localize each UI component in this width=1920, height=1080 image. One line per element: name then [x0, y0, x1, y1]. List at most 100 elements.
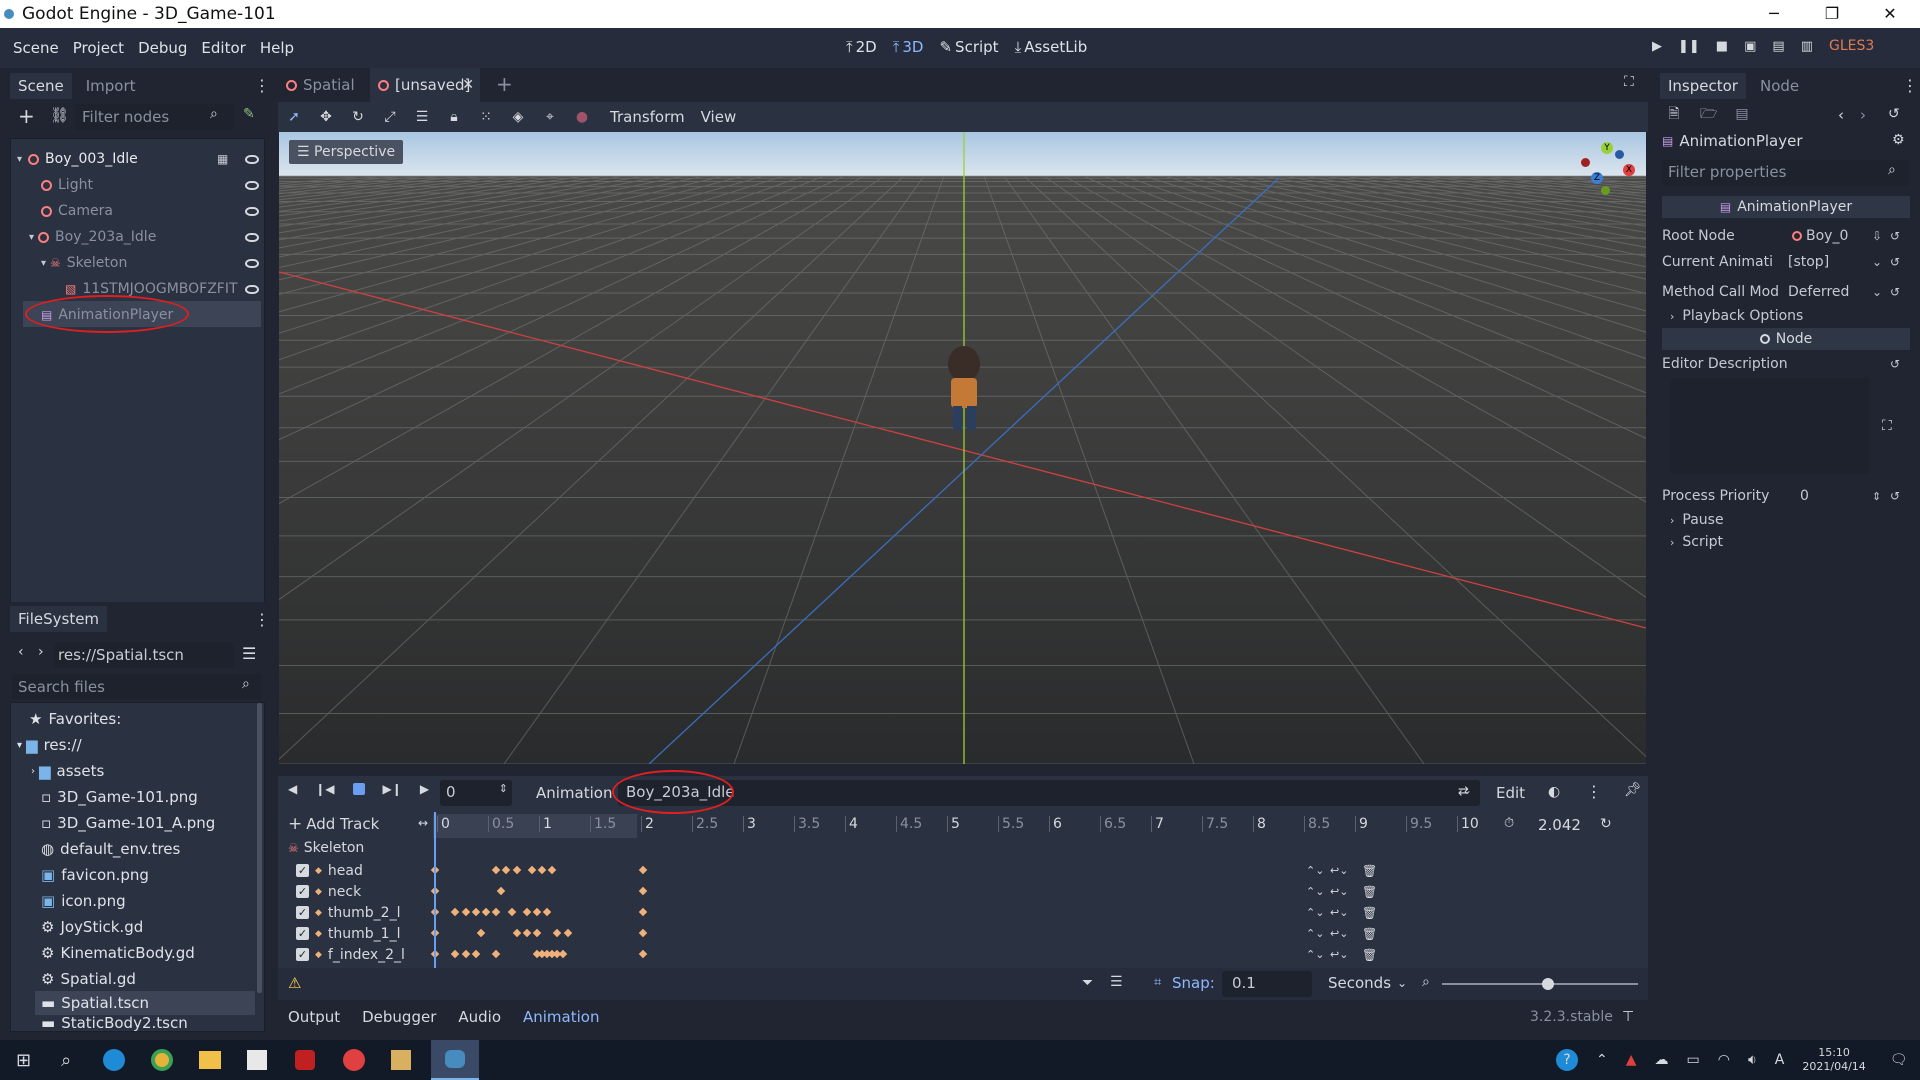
loop-icon[interactable]: ↻ [1600, 816, 1612, 832]
tray-app-icon[interactable]: ▲ [1626, 1052, 1637, 1068]
animation-select[interactable]: Boy_203a_Idle ⌄ [618, 780, 1480, 806]
close-button[interactable]: ✕ [1862, 0, 1918, 28]
stop-icon[interactable] [352, 783, 365, 795]
chevron-up-icon[interactable]: ⌃ [1596, 1052, 1608, 1068]
tab-node[interactable]: Node [1754, 77, 1805, 95]
3d-viewport[interactable]: ☰ Perspective Y X Z [279, 132, 1646, 764]
pause-icon[interactable]: ❚❚ [1678, 39, 1700, 54]
file-item[interactable]: › ▆ assets [31, 759, 104, 783]
snap-icon[interactable]: ⌖ [542, 109, 558, 125]
expand-arrow-icon[interactable]: › [31, 766, 35, 777]
track-enabled-checkbox[interactable]: ✓ [296, 948, 309, 961]
reset-icon[interactable]: ↺ [1890, 285, 1900, 299]
battery-icon[interactable]: ▭ [1687, 1052, 1700, 1068]
file-item[interactable]: ▬ Spatial.tscn [41, 991, 149, 1015]
interpolation-icon[interactable]: ⌃⌄ [1306, 864, 1324, 877]
menu-project[interactable]: Project [66, 39, 131, 57]
loop-wrap-icon[interactable]: ↩⌄ [1330, 864, 1348, 877]
play-from-start-icon[interactable]: ▶❙ [383, 782, 402, 796]
menu-scene[interactable]: Scene [6, 39, 66, 57]
link-icon[interactable]: ⛓ [50, 106, 69, 124]
mode-script-button[interactable]: ✎ Script [939, 38, 998, 56]
editor-description-textarea[interactable] [1670, 378, 1870, 474]
loop-wrap-icon[interactable]: ↩⌄ [1330, 927, 1348, 940]
camera-icon[interactable]: ● [574, 109, 590, 125]
new-resource-icon[interactable]: 🗎︎ [1666, 106, 1682, 122]
menu-view[interactable]: View [701, 108, 737, 126]
reset-icon[interactable]: ↺ [1890, 229, 1900, 243]
snap-input[interactable]: 0.1 [1222, 971, 1312, 997]
rotate-tool-icon[interactable]: ↻ [350, 109, 366, 125]
interpolation-icon[interactable]: ⌃⌄ [1306, 927, 1324, 940]
store-icon[interactable] [247, 1050, 268, 1070]
playhead[interactable] [434, 812, 436, 980]
file-item[interactable]: ★ Favorites: [29, 707, 121, 731]
tab-unsaved[interactable]: [unsaved] ✕ [370, 68, 480, 102]
interpolation-icon[interactable]: ⌃⌄ [1306, 885, 1324, 898]
input-language-indicator[interactable]: A [1775, 1052, 1785, 1068]
open-folder-icon[interactable]: 🗁︎ [1700, 106, 1717, 122]
track-enabled-checkbox[interactable]: ✓ [296, 927, 309, 940]
gizmo-y-icon[interactable]: Y [1601, 142, 1613, 154]
scale-tool-icon[interactable]: ⤢ [382, 109, 398, 125]
loop-wrap-icon[interactable]: ↩⌄ [1330, 906, 1348, 919]
animation-track[interactable]: ✓ ◆ thumb_1_l ⌃⌄ ↩⌄ 🗑︎ [296, 923, 1641, 944]
track-enabled-checkbox[interactable]: ✓ [296, 864, 309, 877]
lock-icon[interactable]: 🔒︎ [446, 109, 462, 125]
track-enabled-checkbox[interactable]: ✓ [296, 885, 309, 898]
add-tab-icon[interactable]: + [496, 72, 513, 96]
delete-track-icon[interactable]: 🗑︎ [1362, 885, 1377, 899]
gizmo-neg-z-icon[interactable] [1615, 150, 1624, 159]
loop-wrap-icon[interactable]: ↩⌄ [1330, 885, 1348, 898]
layout-icon[interactable]: ⊤ [1622, 1009, 1634, 1025]
menu-dots-icon[interactable]: ⋮ [254, 76, 270, 95]
notification-icon[interactable]: 🗨︎ [1890, 1052, 1908, 1068]
close-tab-icon[interactable]: ✕ [462, 77, 474, 93]
remote-debug-icon[interactable]: ▥ [1801, 39, 1813, 54]
mode-assetlib-button[interactable]: ⤓ AssetLib [1015, 38, 1088, 56]
tree-node-root[interactable]: ▾ Boy_003_Idle ▦ [17, 147, 259, 171]
mode-2d-button[interactable]: ⤒ 2D [846, 38, 877, 56]
tab-import[interactable]: Import [80, 77, 142, 95]
windows-start-icon[interactable]: ⊞ [16, 1050, 31, 1071]
object-properties-icon[interactable]: ⚙ [1892, 132, 1905, 148]
tree-node-camera[interactable]: Camera [41, 199, 259, 223]
track-group-skeleton[interactable]: ☠ Skeleton [288, 840, 364, 856]
forward-icon[interactable]: › [38, 644, 44, 660]
visibility-icon[interactable] [245, 180, 259, 190]
reset-icon[interactable]: ↺ [1890, 489, 1900, 503]
prop-root-node[interactable]: Root Node Boy_0 ⇩ ↺ [1662, 222, 1902, 250]
reset-icon[interactable]: ↺ [1890, 255, 1900, 269]
forward-icon[interactable]: › [1860, 106, 1866, 124]
spin-arrows-icon[interactable]: ⇕ [1872, 490, 1881, 503]
file-item[interactable]: ▣ icon.png [41, 889, 126, 913]
tree-node-skeleton[interactable]: ▾ ☠ Skeleton [41, 251, 259, 275]
menu-help[interactable]: Help [253, 39, 301, 57]
fullscreen-icon[interactable]: ⛶ [1624, 74, 1634, 90]
edit-button[interactable]: Edit [1496, 784, 1525, 802]
godot-taskbar-icon[interactable] [431, 1040, 480, 1080]
reset-icon[interactable]: ↺ [1890, 357, 1900, 371]
mode-3d-button[interactable]: ⤒ 3D [893, 38, 924, 56]
add-track-button[interactable]: + Add Track [288, 814, 379, 834]
play-custom-scene-icon[interactable]: ▤ [1772, 39, 1784, 54]
revert-icon[interactable]: ⇩ [1872, 229, 1882, 243]
back-icon[interactable]: ‹ [1838, 106, 1844, 124]
autoplay-icon[interactable]: ⇄ [1458, 784, 1469, 799]
timeline-ruler[interactable]: 0 0.5 1 1.5 2 2.5 3 3.5 4 4.5 5 5.5 6 6.5 7 7.5 8 8.5 9 9.5… [433, 812, 1481, 838]
tab-debugger[interactable]: Debugger [362, 1008, 436, 1026]
visibility-icon[interactable] [245, 284, 259, 294]
tab-scene[interactable]: Scene [10, 73, 72, 99]
menu-editor[interactable]: Editor [194, 39, 252, 57]
file-item[interactable]: ▾ ▆ res:// [17, 733, 82, 757]
expand-icon[interactable]: ⛶ [1882, 418, 1892, 434]
app-icon[interactable] [343, 1049, 366, 1071]
orientation-gizmo[interactable]: Y X Z [1579, 138, 1643, 202]
edge-icon[interactable] [103, 1049, 126, 1071]
collapse-arrow-icon[interactable]: ▾ [29, 232, 34, 243]
delete-track-icon[interactable]: 🗑︎ [1362, 864, 1377, 878]
wifi-icon[interactable]: ◠ [1718, 1052, 1730, 1068]
maximize-button[interactable]: ❐ [1804, 0, 1860, 28]
file-item[interactable]: ⚙ KinematicBody.gd [41, 941, 195, 965]
menu-dots-icon[interactable]: ⋮ [254, 610, 270, 629]
